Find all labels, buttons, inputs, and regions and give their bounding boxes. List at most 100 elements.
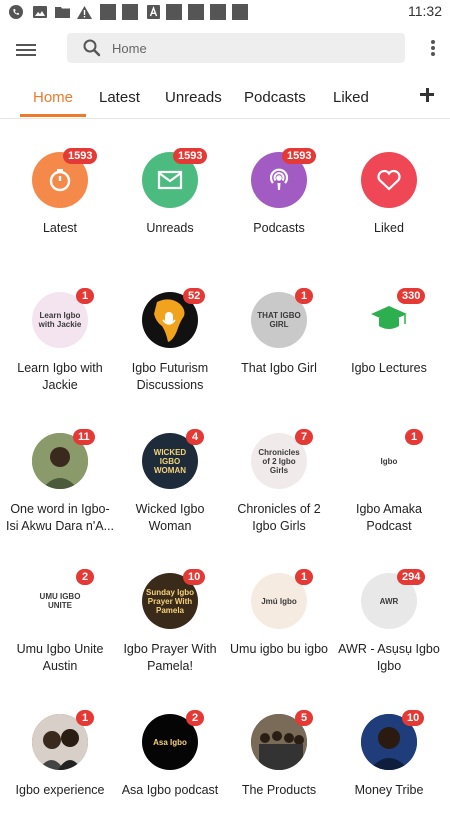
search-input[interactable]: Home xyxy=(112,41,147,56)
feed-label-line: Podcast xyxy=(366,519,412,533)
cover-text: Asa Igbo xyxy=(153,737,187,747)
unread-count-badge: 5 xyxy=(295,710,313,726)
cover-text: Jmú Igbo xyxy=(261,596,297,606)
feed-label-line: One word in Igbo- xyxy=(10,502,110,516)
feed-label-line: Woman xyxy=(148,519,192,533)
feed-item[interactable]: 1593 Latest xyxy=(5,140,115,260)
feed-label-line: Igbo Prayer With xyxy=(123,642,217,656)
feed-label: Wicked Igbo Woman xyxy=(115,501,225,535)
feed-label: AWR - Asụsụ Igbo Igbo xyxy=(334,641,444,675)
unread-count-badge: 1593 xyxy=(173,148,208,164)
phone-icon xyxy=(8,4,24,20)
notification-icon xyxy=(210,4,226,20)
feed-label-line: Isi Akwu Dara n'A... xyxy=(6,519,114,533)
unread-count-badge: 2 xyxy=(186,710,204,726)
unread-count-badge: 1593 xyxy=(63,148,98,164)
status-bar: 11:32 xyxy=(0,0,450,24)
feed-label-line: AWR - Asụsụ Igbo xyxy=(338,642,440,656)
cover-text: AWR xyxy=(379,596,399,606)
unread-count-badge: 1 xyxy=(76,710,94,726)
tab-latest[interactable]: Latest xyxy=(99,89,140,106)
feed-label-line: Igbo experience xyxy=(15,783,105,797)
tab-podcasts[interactable]: Podcasts xyxy=(244,89,306,106)
unread-count-badge: 10 xyxy=(183,569,206,585)
search-bar[interactable]: Home xyxy=(67,33,405,63)
feed-item[interactable]: 10 Money Tribe xyxy=(334,702,444,822)
feed-label: Igbo Lectures xyxy=(334,360,444,377)
feed-item[interactable]: Sunday Igbo Prayer With Pamela 10 Igbo Pra… xyxy=(115,561,225,681)
cover-text: UMU IGBO UNITE xyxy=(39,592,81,610)
notification-icon xyxy=(100,4,116,20)
feed-item[interactable]: AWR 294 AWR - Asụsụ Igbo Igbo xyxy=(334,561,444,681)
warning-icon xyxy=(76,4,92,20)
feed-label-line: Igbo xyxy=(376,659,402,673)
feed-label: Asa Igbo podcast xyxy=(115,782,225,799)
feed-item[interactable]: 1593 Unreads xyxy=(115,140,225,260)
feed-item[interactable]: THAT IGBO GIRL 1 That Igbo Girl xyxy=(224,280,334,400)
feed-label-line: Igbo Girls xyxy=(252,519,306,533)
feed-label-line: That Igbo Girl xyxy=(241,361,317,375)
image-icon xyxy=(32,4,48,20)
feed-item[interactable]: Chronicles of 2 Igbo Girls 7 Chronicles of… xyxy=(224,421,334,541)
cover-text: Learn Igbo with Jackie xyxy=(38,311,82,329)
unread-count-badge: 1593 xyxy=(282,148,317,164)
tab-liked[interactable]: Liked xyxy=(333,89,369,106)
feed-label-line: Latest xyxy=(42,221,78,235)
notification-icon xyxy=(166,4,182,20)
feed-label-line: Jackie xyxy=(42,378,78,392)
feed-label-line: The Products xyxy=(241,783,317,797)
feed-item[interactable]: Asa Igbo 2 Asa Igbo podcast xyxy=(115,702,225,822)
feed-label: Liked xyxy=(334,220,444,237)
unread-count-badge: 2 xyxy=(76,569,94,585)
feed-item[interactable]: 330 Igbo Lectures xyxy=(334,280,444,400)
feed-item[interactable]: WICKED IGBO WOMAN 4 Wicked Igbo Woman xyxy=(115,421,225,541)
more-options-icon[interactable] xyxy=(430,40,436,60)
cover-text: Chronicles of 2 Igbo Girls xyxy=(258,447,300,475)
feed-label-line: Unreads xyxy=(146,221,194,235)
feed-item[interactable]: 1 Igbo experience xyxy=(5,702,115,822)
tab-unreads[interactable]: Unreads xyxy=(165,89,222,106)
feed-label: Latest xyxy=(5,220,115,237)
feed-label: Podcasts xyxy=(224,220,334,237)
feed-item[interactable]: 5 The Products xyxy=(224,702,334,822)
search-icon xyxy=(82,38,102,63)
unread-count-badge: 1 xyxy=(405,429,423,445)
feed-label-line: Austin xyxy=(42,659,78,673)
active-tab-indicator xyxy=(20,114,86,117)
heart-icon xyxy=(361,152,417,208)
feed-item[interactable]: 1593 Podcasts xyxy=(224,140,334,260)
feed-item[interactable]: Jmú Igbo 1 Umu igbo bu igbo xyxy=(224,561,334,681)
feed-label: That Igbo Girl xyxy=(224,360,334,377)
cover-text: WICKED IGBO WOMAN xyxy=(153,447,187,475)
unread-count-badge: 52 xyxy=(183,288,206,304)
feed-label: Chronicles of 2 Igbo Girls xyxy=(224,501,334,535)
feed-label: Unreads xyxy=(115,220,225,237)
feed-label-line: Asa Igbo podcast xyxy=(121,783,219,797)
unread-count-badge: 7 xyxy=(295,429,313,445)
unread-count-badge: 1 xyxy=(295,288,313,304)
feed-item[interactable]: UMU IGBO UNITE 2 Umu Igbo Unite Austin xyxy=(5,561,115,681)
feed-item[interactable]: Liked xyxy=(334,140,444,260)
feed-item[interactable]: Igbo 1 Igbo Amaka Podcast xyxy=(334,421,444,541)
app-bar: Home xyxy=(0,24,450,80)
tab-home[interactable]: Home xyxy=(33,89,73,106)
feed-label: Igbo experience xyxy=(5,782,115,799)
feed-label: The Products xyxy=(224,782,334,799)
unread-count-badge: 1 xyxy=(295,569,313,585)
menu-button[interactable] xyxy=(16,41,36,61)
feed-item[interactable]: Learn Igbo with Jackie 1 Learn Igbo with Ja… xyxy=(5,280,115,400)
cover-text: THAT IGBO GIRL xyxy=(257,311,301,329)
unread-count-badge: 4 xyxy=(186,429,204,445)
feed-label: Learn Igbo with Jackie xyxy=(5,360,115,394)
feed-label: Igbo Futurism Discussions xyxy=(115,360,225,394)
feed-label-line: Pamela! xyxy=(147,659,193,673)
unread-count-badge: 294 xyxy=(397,569,426,585)
font-icon xyxy=(145,4,161,20)
feed-item[interactable]: 11 One word in Igbo- Isi Akwu Dara n'A... xyxy=(5,421,115,541)
feed-label: Igbo Prayer With Pamela! xyxy=(115,641,225,675)
feed-item[interactable]: 52 Igbo Futurism Discussions xyxy=(115,280,225,400)
feed-label: Umu igbo bu igbo xyxy=(224,641,334,658)
feed-label-line: Umu igbo bu igbo xyxy=(230,642,328,656)
add-tab-icon[interactable] xyxy=(420,88,434,102)
cover-text: Sunday Igbo Prayer With Pamela xyxy=(146,587,194,615)
